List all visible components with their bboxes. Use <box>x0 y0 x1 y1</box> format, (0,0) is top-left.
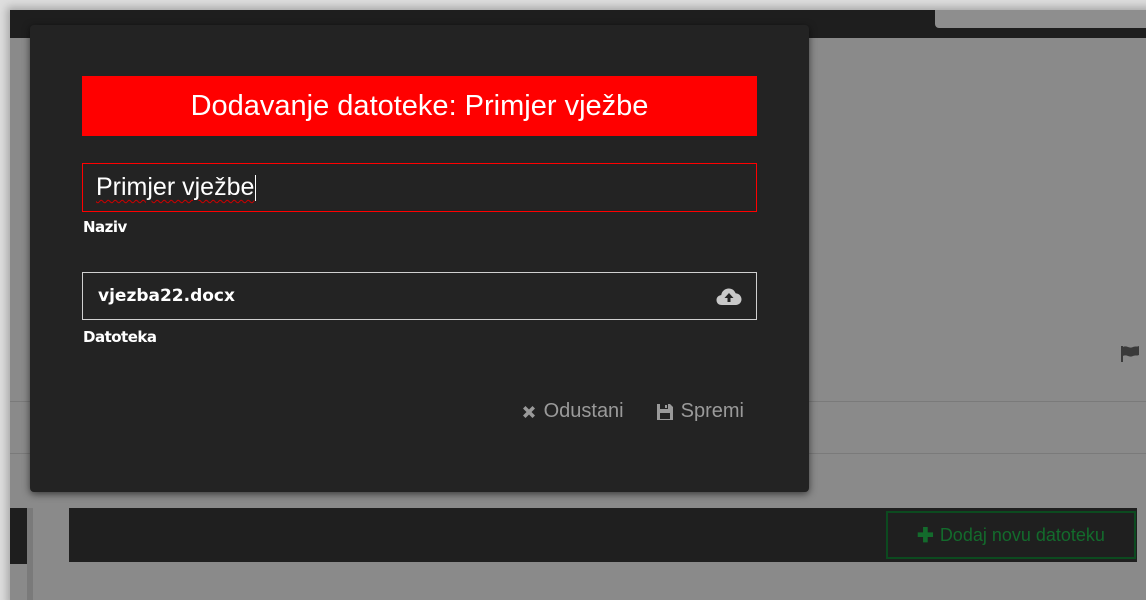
background-top-tab <box>935 10 1146 28</box>
modal-title: Dodavanje datoteke: Primjer vježbe <box>82 76 757 136</box>
modal-actions: Odustani Spremi <box>521 400 744 423</box>
screen: ✚ Dodaj novu datoteku Dodavanje datoteke… <box>0 0 1146 600</box>
name-label: Naziv <box>83 218 127 236</box>
save-label: Spremi <box>680 400 744 422</box>
plus-icon: ✚ <box>917 524 934 547</box>
add-new-file-label: Dodaj novu datoteku <box>939 524 1105 545</box>
cancel-label: Odustani <box>543 400 624 422</box>
floppy-disk-icon <box>656 403 673 420</box>
background-left-column <box>27 508 33 600</box>
name-input-value: Primjer vježbe <box>96 173 255 201</box>
name-input[interactable]: Primjer vježbe <box>82 163 757 212</box>
file-label: Datoteka <box>83 328 157 346</box>
background-left-block <box>10 508 27 564</box>
file-input-value: vjezba22.docx <box>98 286 235 306</box>
file-input[interactable]: vjezba22.docx <box>82 272 757 320</box>
text-caret <box>255 174 257 201</box>
add-new-file-button[interactable]: ✚ Dodaj novu datoteku <box>886 511 1136 559</box>
cancel-button[interactable]: Odustani <box>521 400 624 423</box>
add-file-modal: Dodavanje datoteke: Primjer vježbe Primj… <box>30 25 809 492</box>
flag-icon[interactable] <box>1120 346 1140 362</box>
close-icon <box>522 405 535 418</box>
save-button[interactable]: Spremi <box>656 400 744 423</box>
cloud-upload-icon[interactable] <box>716 287 742 307</box>
